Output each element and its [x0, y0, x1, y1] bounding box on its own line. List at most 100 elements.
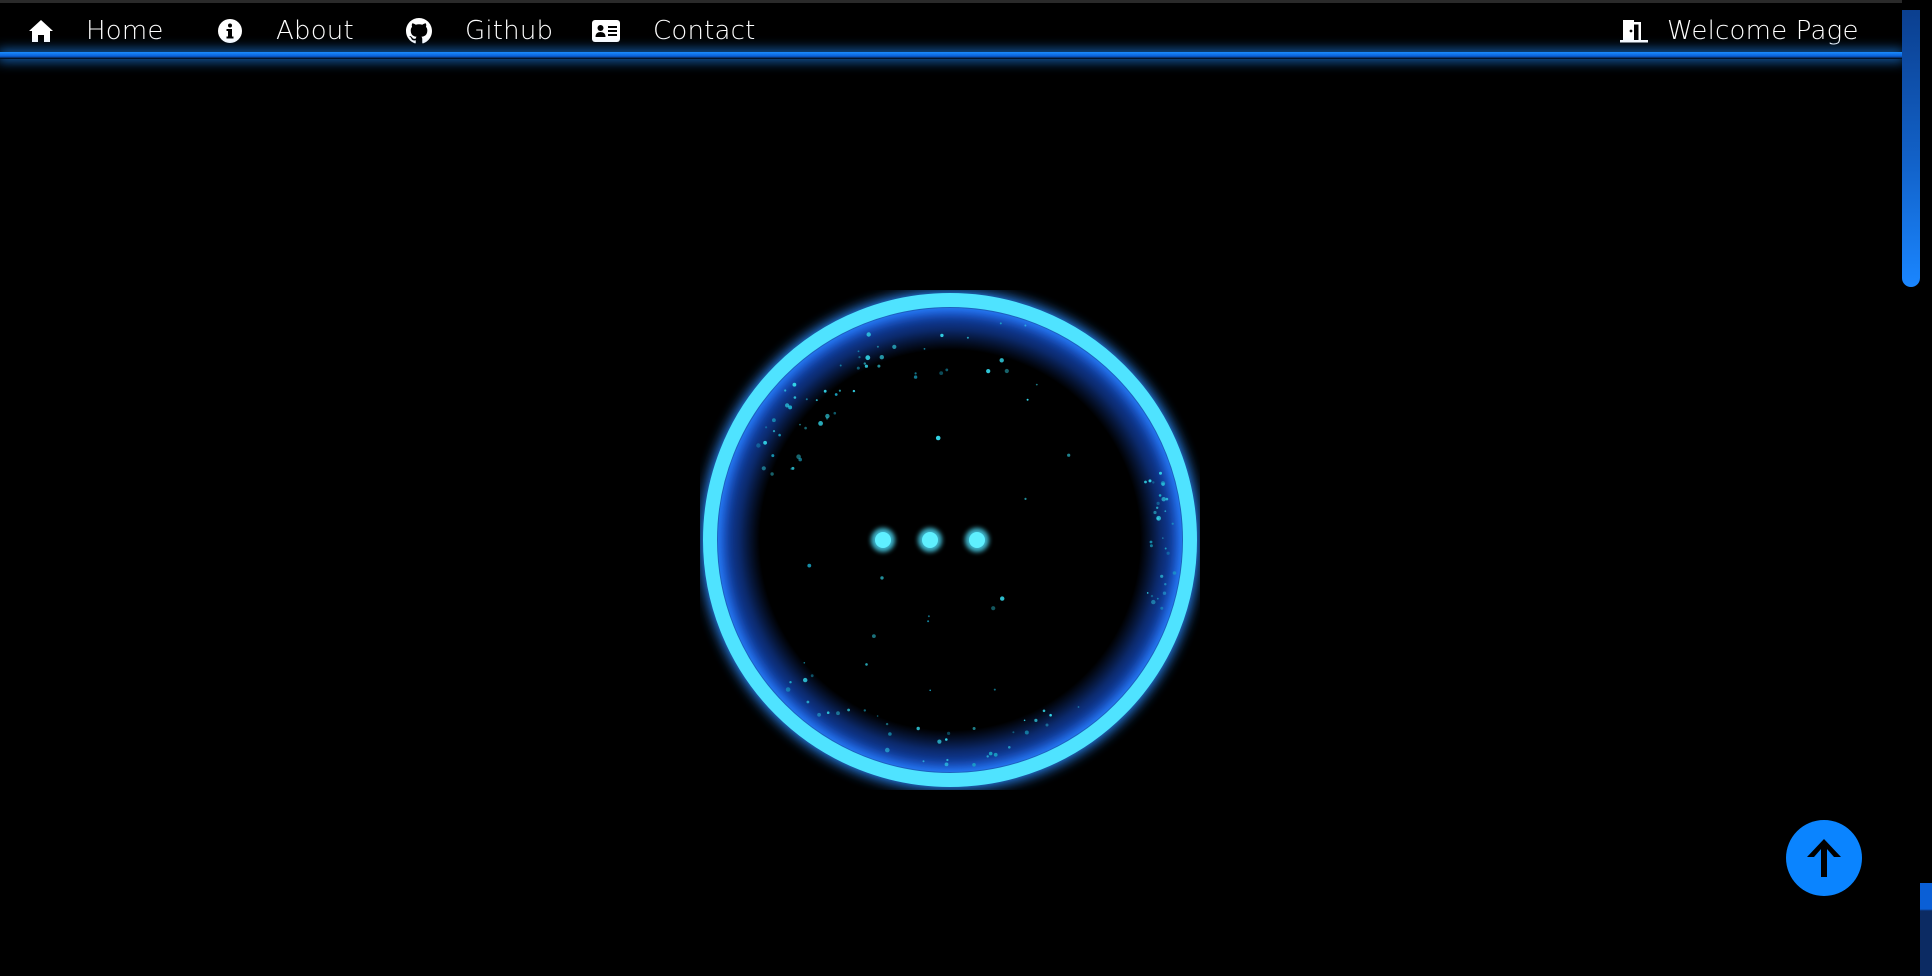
loader-graphic [700, 290, 1200, 790]
nav-welcome-page-link[interactable]: Welcome Page [1619, 6, 1859, 56]
loader-particle [772, 430, 776, 433]
loader-particle [986, 369, 991, 374]
nav-contact-link[interactable]: Contact [591, 6, 756, 56]
loader-particle [880, 576, 884, 580]
loader-particle [966, 336, 969, 339]
loading-spinner [700, 290, 1200, 790]
loader-particle [922, 760, 925, 763]
loader-particle [805, 398, 808, 401]
loader-particle [892, 344, 897, 349]
loader-particle [876, 345, 879, 348]
loader-particle [999, 322, 1002, 325]
loader-particle [815, 399, 818, 402]
loader-particle [972, 763, 976, 767]
loader-particle [785, 403, 790, 408]
loader-particle [1158, 494, 1162, 497]
loader-particle [935, 435, 941, 441]
loader-dots [871, 528, 989, 552]
loader-particle [1156, 501, 1160, 505]
loader-particle [856, 366, 860, 370]
loader-particle [866, 332, 871, 337]
loader-particle [1164, 510, 1167, 513]
loader-particle [785, 687, 791, 692]
loader-particle [1151, 599, 1156, 605]
loader-particle [863, 362, 866, 365]
loader-particle [833, 411, 837, 415]
loader-particle [1049, 713, 1052, 717]
loader-particle [1160, 574, 1164, 578]
nav-about-link[interactable]: About [215, 6, 354, 56]
loader-particle [927, 620, 930, 623]
loader-particle [1162, 591, 1167, 595]
loader-particle [761, 466, 766, 471]
loader-particle [804, 426, 807, 430]
nav-home-link[interactable]: Home [26, 6, 164, 56]
scrollbar-thumb[interactable] [1902, 10, 1920, 287]
loader-particle [836, 711, 840, 716]
loader-particle [993, 688, 996, 691]
loader-particle [857, 350, 860, 353]
loader-particle [913, 375, 918, 379]
loader-particle [879, 355, 884, 360]
loader-particle [1077, 706, 1080, 708]
loader-particle [1146, 592, 1149, 594]
nav-github-link[interactable]: Github [404, 6, 553, 56]
loader-particle [1024, 324, 1027, 327]
top-navbar: Home About Github Contact Welcome Page [0, 0, 1902, 54]
loader-particle [789, 681, 792, 684]
loader-particle [790, 467, 793, 470]
loader-particle [993, 752, 998, 757]
loader-particle [986, 755, 989, 758]
loader-particle [771, 454, 775, 458]
loader-particle [1144, 480, 1147, 484]
loader-particle [763, 440, 767, 445]
loader-particle [1045, 723, 1049, 727]
navbar-accent-border [0, 52, 1902, 59]
loader-particle [916, 726, 920, 731]
loader-particle [1156, 515, 1161, 521]
loader-particle [1149, 540, 1153, 544]
loader-particle [1023, 719, 1026, 722]
loader-particle [1034, 718, 1038, 722]
loader-particle [847, 708, 850, 712]
back-to-top-button[interactable] [1786, 820, 1862, 896]
loader-dot-3 [969, 532, 985, 548]
door-exit-icon [1619, 16, 1649, 46]
nav-welcome-page-label: Welcome Page [1667, 16, 1859, 46]
nav-contact-label: Contact [653, 16, 756, 46]
loader-particle [803, 662, 806, 664]
loader-particle [872, 634, 876, 638]
loader-particle [876, 715, 879, 717]
loader-particle [756, 443, 761, 448]
page: Home About Github Contact Welcome Page [0, 0, 1932, 976]
loader-particle [1012, 731, 1015, 734]
loader-particle [799, 423, 801, 426]
loader-particle [1156, 597, 1159, 600]
loader-particle [770, 472, 774, 476]
home-icon [26, 16, 56, 46]
contact-card-icon [591, 16, 621, 46]
loader-particle [988, 751, 993, 756]
loader-particle [834, 393, 838, 396]
loader-particle [877, 364, 881, 368]
loader-particle [784, 389, 787, 392]
loader-particle [944, 762, 949, 767]
loader-particle [927, 615, 930, 618]
loader-particle [1004, 368, 1009, 374]
loader-particle [885, 722, 889, 726]
loader-particle [1148, 479, 1152, 483]
loader-particle [865, 663, 868, 666]
loader-particle [1000, 596, 1005, 601]
loader-particle [1165, 497, 1169, 501]
loader-particle [914, 372, 917, 375]
nav-about-label: About [276, 16, 354, 46]
scrollbar-edge [1920, 883, 1932, 976]
loader-particle [825, 417, 829, 420]
loader-particle [818, 421, 823, 426]
loader-particle [937, 739, 942, 744]
loader-particle [1035, 383, 1038, 386]
nav-github-label: Github [465, 16, 554, 46]
loader-particle [807, 563, 812, 568]
loader-particle [945, 368, 949, 372]
loader-particle [999, 358, 1004, 363]
